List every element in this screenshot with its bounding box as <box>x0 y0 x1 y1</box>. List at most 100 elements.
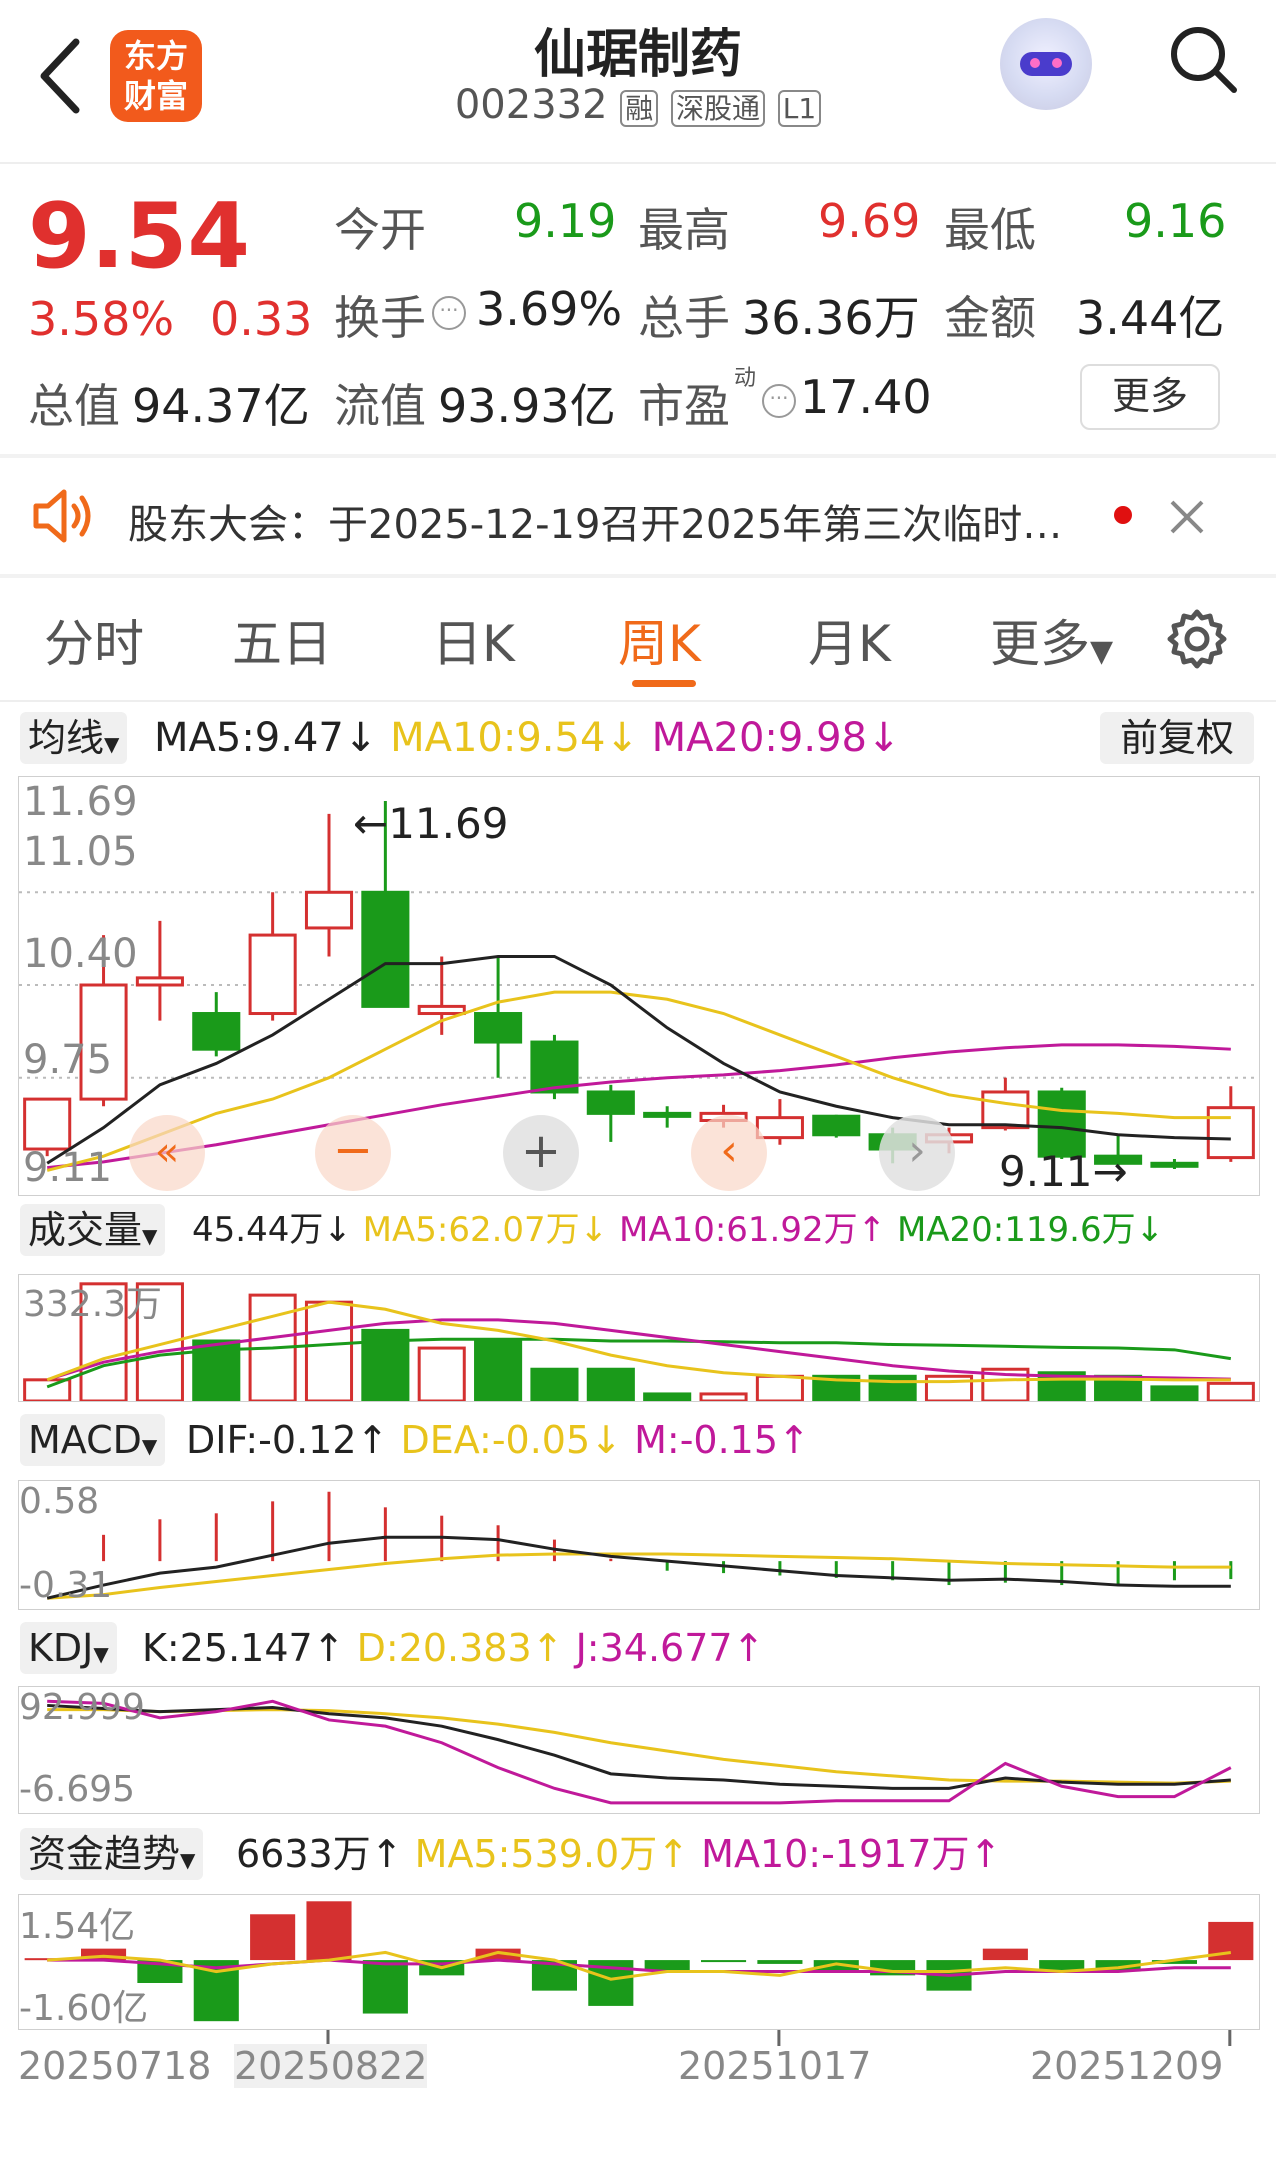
fund-selector[interactable]: 资金趋势▼ <box>20 1828 204 1880</box>
scroll-right-button[interactable]: › <box>879 1115 955 1191</box>
kline-chart-panel[interactable]: 11.69 11.05 10.40 9.75 9.11 ←11.69 9.11→… <box>18 776 1260 1196</box>
candle-body <box>755 1116 804 1140</box>
ma-selector-label: 均线 <box>28 716 105 760</box>
vol-ma10: MA10:61.92万↑ <box>618 1210 887 1250</box>
mktcap-value: 94.37亿 <box>132 379 310 433</box>
candle-body <box>474 1012 523 1044</box>
caret-down-icon: ▼ <box>142 1224 158 1248</box>
tag-level: L1 <box>777 90 822 127</box>
fund-value: 6633万↑ <box>236 1832 403 1876</box>
more-button[interactable]: 更多 <box>1080 364 1220 430</box>
kdj-d: D:20.383↑ <box>356 1626 564 1670</box>
stock-code: 002332 <box>454 82 608 128</box>
ma20-legend: MA20:9.98↓ <box>651 715 901 761</box>
low-label: 最低 <box>944 203 1036 257</box>
macd-chart-panel[interactable]: 0.58 -0.31 <box>18 1480 1260 1610</box>
volume-bar <box>1206 1381 1255 1401</box>
volume-bar <box>417 1346 466 1401</box>
pe-value: 17.40 <box>800 370 932 424</box>
ma-legend: MA5:9.47↓ MA10:9.54↓ MA20:9.98↓ <box>154 712 900 764</box>
adjust-button[interactable]: 前复权 <box>1100 712 1254 764</box>
pe-label: 市盈 <box>638 379 730 433</box>
volume-bar <box>699 1392 748 1401</box>
turnover-label: 换手 <box>334 291 426 345</box>
candle-body <box>304 890 354 930</box>
scroll-left-button[interactable]: ‹ <box>691 1115 767 1191</box>
date-label-2: 20250822 <box>234 2044 428 2088</box>
macd-top-label: 0.58 <box>19 1481 100 1522</box>
volume-chart <box>23 1282 1255 1401</box>
date-label-4: 20251209 <box>1030 2044 1224 2088</box>
max-price-note: ←11.69 <box>353 799 509 848</box>
low-value: 9.16 <box>1124 194 1227 248</box>
fund-bar <box>757 1960 803 1964</box>
kline-chart <box>19 801 1259 1172</box>
candle-body <box>812 1114 861 1137</box>
volume-bar <box>755 1374 804 1401</box>
tab-more[interactable]: 更多▼ <box>990 604 1113 676</box>
turnover-value: 3.69% <box>476 282 623 336</box>
macd-chart <box>46 1491 1233 1600</box>
unread-dot <box>1114 506 1132 524</box>
volume-value: 36.36万 <box>742 291 920 345</box>
macd-m: M:-0.15↑ <box>634 1418 810 1462</box>
search-icon[interactable] <box>1166 22 1242 98</box>
dea-line <box>47 1552 1231 1600</box>
vol-selector[interactable]: 成交量▼ <box>20 1204 166 1256</box>
price-label-3: 10.40 <box>23 931 138 977</box>
kdj-bottom-label: -6.695 <box>19 1769 136 1810</box>
gear-icon[interactable] <box>1166 608 1228 670</box>
candle-body <box>981 1090 1030 1130</box>
macd-legend: DIF:-0.12↑ DEA:-0.05↓ M:-0.15↑ <box>186 1414 810 1466</box>
info-icon[interactable]: ··· <box>432 296 466 330</box>
vol-legend: 45.44万↓ MA5:62.07万↓ MA10:61.92万↑ MA20:11… <box>192 1204 1164 1256</box>
ma-selector[interactable]: 均线▼ <box>20 712 128 764</box>
header: 东方 财富 仙琚制药 002332 融 深股通 L1 <box>0 0 1276 160</box>
fund-chart-panel[interactable]: 1.54亿 -1.60亿 <box>18 1894 1260 2030</box>
tab-weekly-k[interactable]: 周K <box>618 604 701 676</box>
ma5-legend: MA5:9.47↓ <box>154 715 378 761</box>
dif-line <box>46 1535 1231 1600</box>
fund-bottom-label: -1.60亿 <box>19 1988 149 2029</box>
change-percent: 3.58% <box>28 292 175 346</box>
tab-monthly-k[interactable]: 月K <box>808 604 891 676</box>
fund-selector-label: 资金趋势 <box>28 1832 181 1876</box>
tab-daily-k[interactable]: 日K <box>432 604 515 676</box>
notice-text: 股东大会：于2025-12-19召开2025年第三次临时… <box>128 502 1063 548</box>
kdj-j: J:34.677↑ <box>575 1626 765 1670</box>
volume-chart-panel[interactable]: 332.3万 <box>18 1274 1260 1402</box>
caret-down-icon: ▼ <box>141 1434 158 1458</box>
kdj-j-line <box>47 1699 1232 1805</box>
candle-body <box>23 1097 72 1151</box>
period-tabs: 分时 五日 日K 周K 月K 更多▼ <box>0 580 1276 698</box>
tab-five-day[interactable]: 五日 <box>232 604 332 676</box>
tab-intraday[interactable]: 分时 <box>44 604 144 676</box>
speaker-icon <box>33 489 91 543</box>
volume-bar <box>23 1378 72 1401</box>
macd-selector[interactable]: MACD▼ <box>20 1414 166 1466</box>
close-icon[interactable] <box>1168 498 1206 536</box>
notice-bar[interactable]: 股东大会：于2025-12-19召开2025年第三次临时… <box>0 460 1276 572</box>
zoom-in-button[interactable]: + <box>503 1115 579 1191</box>
caret-down-icon: ▼ <box>104 732 120 756</box>
candle-body <box>135 976 184 987</box>
float-value: 93.93亿 <box>438 379 616 433</box>
caret-down-icon: ▼ <box>93 1642 109 1666</box>
zoom-out-button[interactable]: − <box>315 1115 391 1191</box>
kdj-legend: K:25.147↑ D:20.383↑ J:34.677↑ <box>142 1622 764 1674</box>
scroll-left-fast-button[interactable]: « <box>129 1115 205 1191</box>
robot-assistant-icon[interactable] <box>1000 18 1092 110</box>
last-price: 9.54 <box>28 184 251 289</box>
price-label-4: 9.75 <box>23 1037 113 1083</box>
active-tab-underline <box>632 680 696 687</box>
fund-bar <box>362 1960 408 2014</box>
fund-ma10: MA10:-1917万↑ <box>701 1832 1002 1876</box>
kdj-chart-panel[interactable]: 92.999 -6.695 <box>18 1686 1260 1814</box>
ma10-legend: MA10:9.54↓ <box>390 715 639 761</box>
kdj-chart <box>47 1699 1232 1805</box>
fund-bar <box>306 1901 352 1961</box>
fund-ma5: MA5:539.0万↑ <box>414 1832 690 1876</box>
pe-info-icon[interactable]: ··· <box>762 384 796 418</box>
fund-bar <box>701 1960 747 1963</box>
kdj-selector[interactable]: KDJ▼ <box>20 1622 117 1674</box>
